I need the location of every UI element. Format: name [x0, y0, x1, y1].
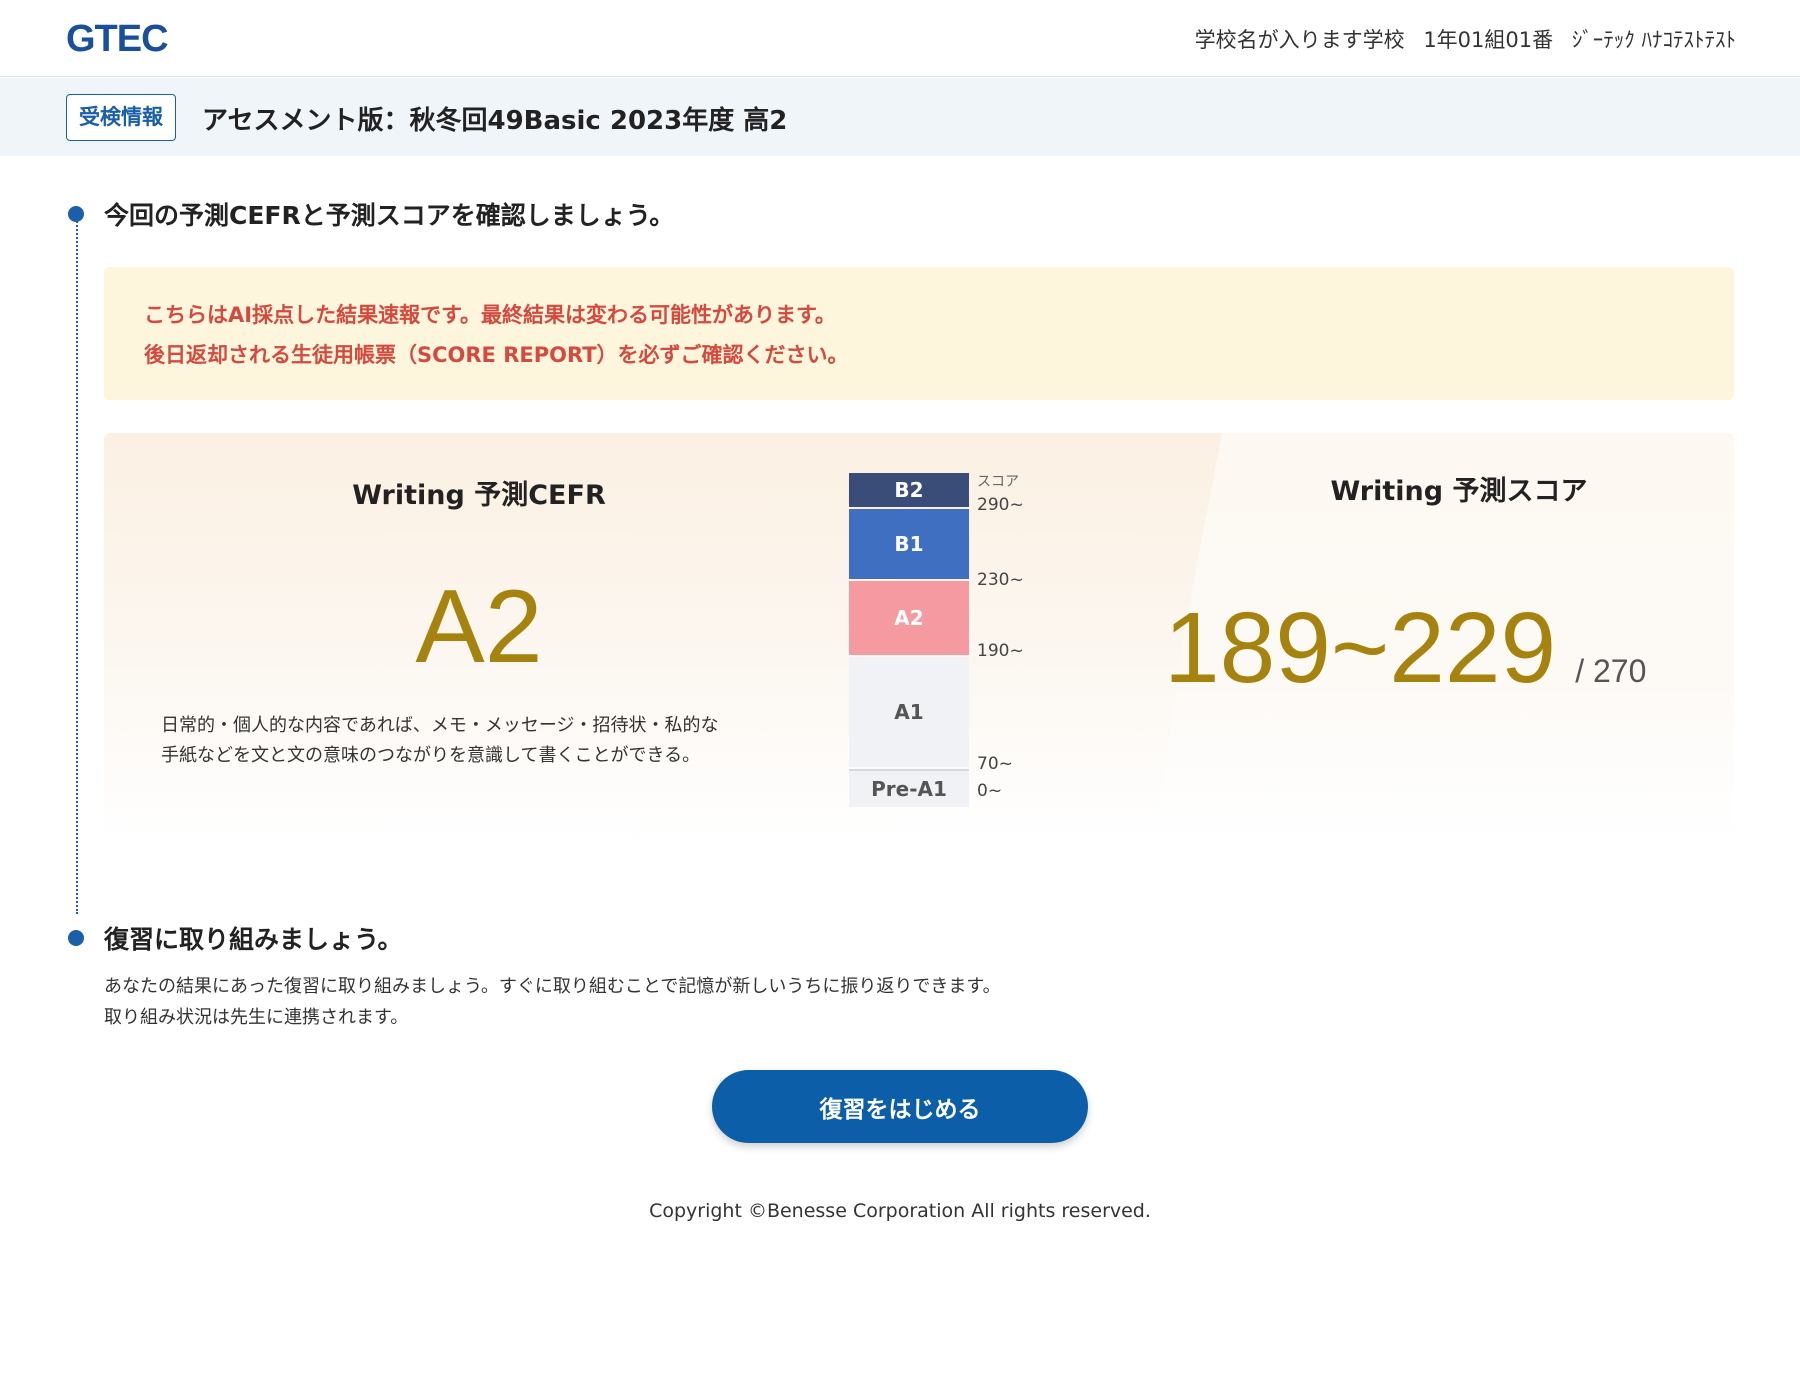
- exam-title: アセスメント版：秋冬回49Basic 2023年度 高2: [202, 106, 788, 136]
- review-description-line-1: あなたの結果にあった復習に取り組みましょう。すぐに取り組むことで記憶が新しいうち…: [104, 976, 1001, 997]
- cefr-value: A2: [415, 569, 543, 685]
- step1-title: 今回の予測CEFRと予測スコアを確認しましょう。: [104, 201, 675, 230]
- student-name: ｼﾞｰﾃｯｸ ﾊﾅｺﾃｽﾄﾃｽﾄ: [1571, 28, 1736, 52]
- user-info: 学校名が入ります学校 1年01組01番 ｼﾞｰﾃｯｸ ﾊﾅｺﾃｽﾄﾃｽﾄ: [1183, 24, 1736, 54]
- class-number: 1年01組01番: [1423, 28, 1554, 52]
- threshold-230: 230~: [977, 570, 1024, 590]
- level-b1: B1: [849, 509, 969, 579]
- level-b2: B2: [849, 473, 969, 507]
- copyright: Copyright ©Benesse Corporation All right…: [649, 1200, 1151, 1222]
- notice-line-1: こちらはAI採点した結果速報です。最終結果は変わる可能性があります。: [144, 303, 836, 327]
- threshold-70: 70~: [977, 754, 1013, 774]
- notice-line-2: 後日返却される生徒用帳票（SCORE REPORT）を必ずご確認ください。: [144, 343, 849, 367]
- exam-info-bar: 受検情報 アセスメント版：秋冬回49Basic 2023年度 高2: [0, 78, 1800, 156]
- cefr-description-line-1: 日常的・個人的な内容であれば、メモ・メッセージ・招待状・私的な: [161, 715, 719, 736]
- level-a1: A1: [849, 657, 969, 767]
- cefr-description: 日常的・個人的な内容であれば、メモ・メッセージ・招待状・私的な 手紙などを文と文…: [161, 711, 811, 771]
- exam-info-badge: 受検情報: [66, 94, 176, 141]
- score-max: / 270: [1575, 653, 1647, 689]
- score-range: 189~229: [1164, 592, 1557, 704]
- step2-marker: [68, 930, 84, 946]
- threshold-0: 0~: [977, 781, 1003, 801]
- result-panel: Writing 予測CEFR A2 日常的・個人的な内容であれば、メモ・メッセー…: [104, 433, 1734, 845]
- timeline-connector: [76, 214, 78, 914]
- ai-result-notice: こちらはAI採点した結果速報です。最終結果は変わる可能性があります。 後日返却さ…: [104, 267, 1734, 400]
- school-name: 学校名が入ります学校: [1194, 28, 1405, 52]
- step1-marker: [68, 206, 84, 222]
- review-description-line-2: 取り組み状況は先生に連携されます。: [104, 1007, 409, 1028]
- app-header: GTEC 学校名が入ります学校 1年01組01番 ｼﾞｰﾃｯｸ ﾊﾅｺﾃｽﾄﾃｽ…: [0, 0, 1800, 77]
- start-review-button[interactable]: 復習をはじめる: [712, 1070, 1088, 1143]
- gtec-logo[interactable]: GTEC: [66, 18, 169, 61]
- level-pre-a1: Pre-A1: [849, 769, 969, 807]
- cefr-heading: Writing 予測CEFR: [352, 480, 606, 511]
- threshold-290: 290~: [977, 495, 1024, 515]
- step2-title: 復習に取り組みましょう。: [104, 925, 403, 954]
- review-description: あなたの結果にあった復習に取り組みましょう。すぐに取り組むことで記憶が新しいうち…: [104, 971, 1001, 1033]
- score-heading: Writing 予測スコア: [1330, 476, 1588, 507]
- threshold-190: 190~: [977, 641, 1024, 661]
- score-display: 189~229 / 270: [1164, 598, 1646, 698]
- score-axis-label: スコア: [977, 474, 1019, 490]
- level-a2: A2: [849, 581, 969, 655]
- cefr-description-line-2: 手紙などを文と文の意味のつながりを意識して書くことができる。: [161, 745, 701, 766]
